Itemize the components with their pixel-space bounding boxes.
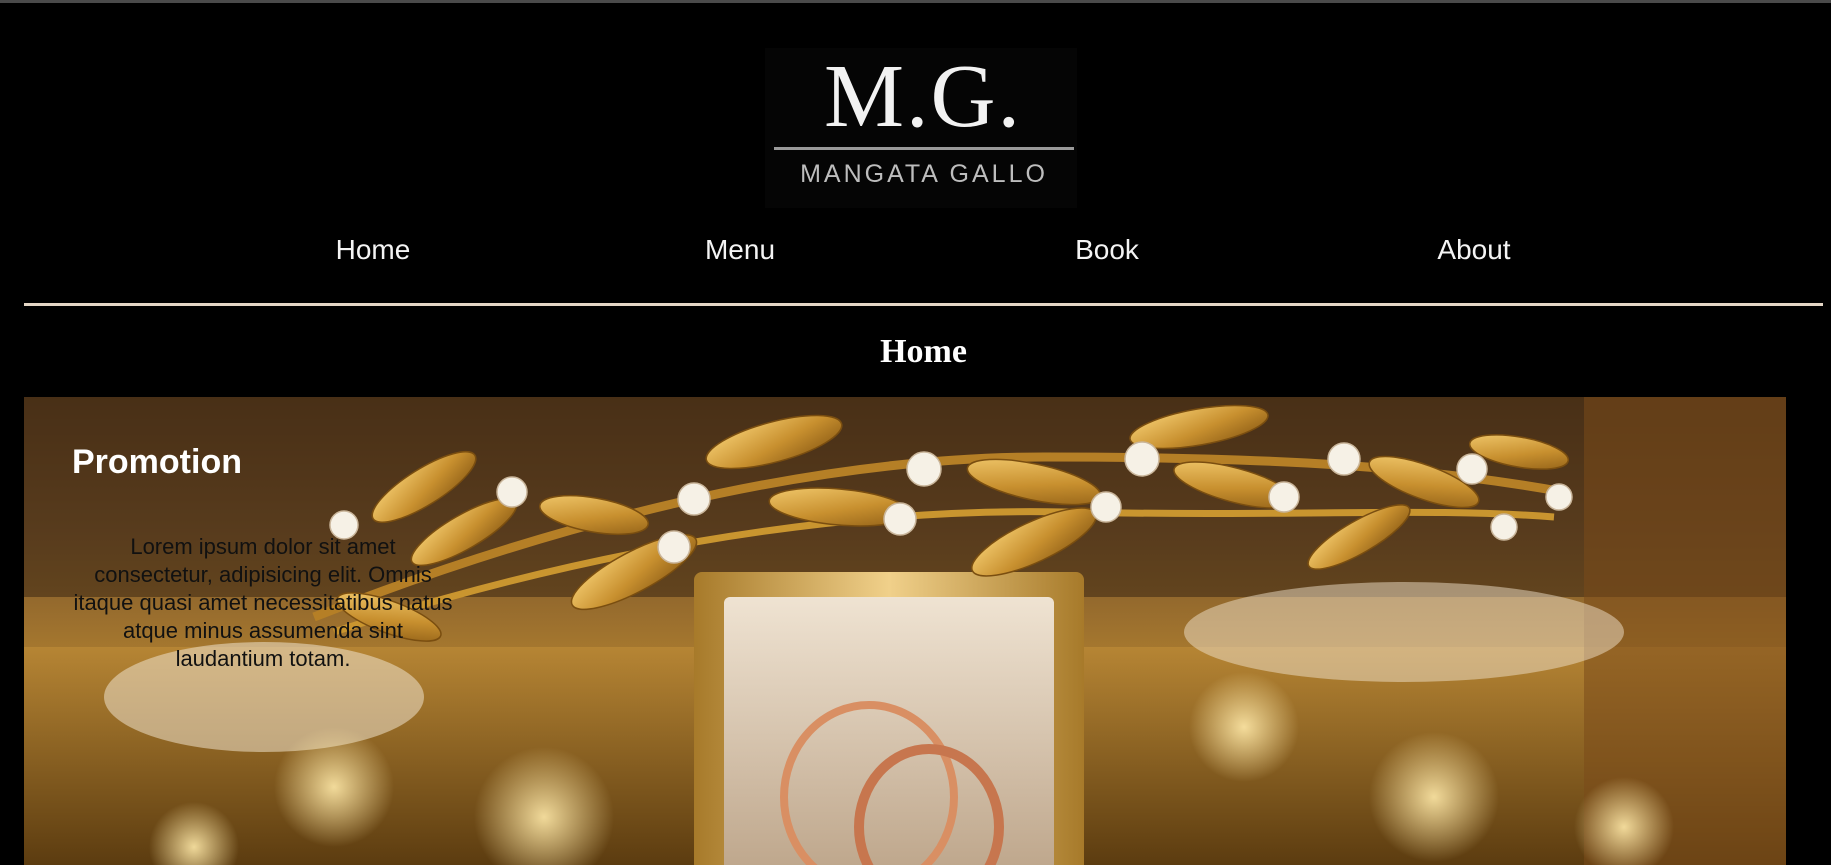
nav-item-home[interactable]: Home (273, 228, 473, 272)
nav-divider (24, 303, 1823, 306)
page-title: Home (880, 333, 967, 370)
promotion-text: Lorem ipsum dolor sit amet consectetur, … (73, 534, 453, 671)
main-nav: Home Menu Book About (0, 228, 1831, 272)
promotion-title: Promotion (72, 443, 242, 481)
logo-rule (774, 147, 1074, 150)
logo-monogram: M.G. (823, 47, 1023, 146)
top-border (0, 0, 1831, 3)
nav-item-book[interactable]: Book (1007, 228, 1207, 272)
nav-item-menu[interactable]: Menu (640, 228, 840, 272)
brand-logo[interactable]: M.G. MANGATA GALLO (765, 48, 1077, 208)
logo-wordmark: MANGATA GALLO (800, 160, 1048, 188)
nav-item-about[interactable]: About (1374, 228, 1574, 272)
promotion-banner: Promotion Lorem ipsum dolor sit amet con… (24, 397, 1786, 865)
